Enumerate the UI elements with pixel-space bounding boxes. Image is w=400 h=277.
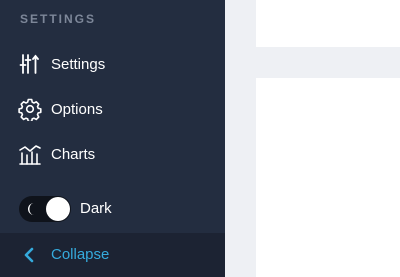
sidebar: SETTINGS Settings Options Charts Dark Co… [0, 0, 225, 277]
content-card [256, 78, 400, 277]
section-title: SETTINGS [20, 12, 97, 26]
collapse-button[interactable]: Collapse [0, 233, 225, 277]
sliders-icon [18, 52, 42, 76]
chart-icon [18, 142, 42, 166]
theme-toggle[interactable] [19, 196, 71, 222]
chevron-left-icon [22, 247, 36, 263]
sidebar-item-charts[interactable]: Charts [0, 134, 225, 174]
moon-icon [24, 201, 40, 217]
sidebar-item-label: Options [51, 100, 103, 118]
theme-toggle-label: Dark [80, 200, 112, 217]
sidebar-item-settings[interactable]: Settings [0, 44, 225, 84]
sidebar-item-label: Charts [51, 145, 96, 163]
sidebar-item-label: Settings [51, 55, 106, 73]
app: SETTINGS Settings Options Charts Dark Co… [0, 0, 400, 277]
content-card [256, 0, 400, 47]
toggle-knob [46, 197, 70, 221]
collapse-label: Collapse [51, 246, 110, 263]
gear-icon [18, 97, 42, 121]
sidebar-item-options[interactable]: Options [0, 89, 225, 129]
